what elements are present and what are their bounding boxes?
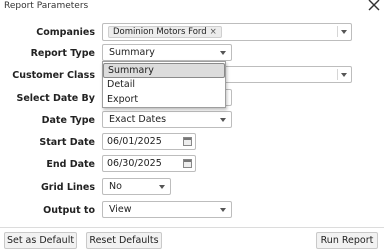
- dropdown-option-export[interactable]: Export: [103, 93, 225, 108]
- close-icon[interactable]: [367, 0, 381, 12]
- chip-remove-icon[interactable]: ×: [210, 27, 217, 37]
- dropdown-option-detail[interactable]: Detail: [103, 78, 225, 93]
- start-date-label: Start Date: [39, 137, 95, 148]
- date-type-label: Date Type: [41, 115, 95, 126]
- chevron-down-icon[interactable]: [159, 185, 165, 189]
- end-date-label: End Date: [46, 159, 95, 170]
- window-title: Report Parameters: [4, 1, 89, 11]
- companies-multiselect[interactable]: Dominion Motors Ford ×: [102, 23, 352, 41]
- dropdown-option-summary[interactable]: Summary: [103, 63, 225, 78]
- chevron-down-icon[interactable]: [220, 208, 226, 212]
- customer-class-label: Customer Class: [12, 70, 95, 81]
- divider: [337, 26, 338, 37]
- date-type-value: Exact Dates: [109, 114, 167, 125]
- chevron-down-icon[interactable]: [341, 73, 347, 77]
- company-chip: Dominion Motors Ford ×: [108, 26, 222, 38]
- select-date-by-label: Select Date By: [16, 93, 96, 104]
- chevron-down-icon[interactable]: [341, 30, 347, 34]
- grid-lines-select[interactable]: No: [102, 178, 171, 195]
- date-type-select[interactable]: Exact Dates: [102, 111, 232, 128]
- output-to-value: View: [109, 204, 132, 215]
- output-to-label: Output to: [43, 205, 95, 216]
- end-date-input[interactable]: 06/30/2025: [102, 155, 196, 172]
- calendar-icon[interactable]: [183, 137, 192, 146]
- calendar-icon[interactable]: [183, 159, 192, 168]
- output-to-select[interactable]: View: [102, 201, 232, 218]
- reset-defaults-button[interactable]: Reset Defaults: [86, 232, 162, 249]
- report-type-select[interactable]: Summary: [102, 44, 232, 61]
- start-date-value: 06/01/2025: [107, 136, 162, 147]
- chevron-down-icon[interactable]: [220, 118, 226, 122]
- chevron-down-icon[interactable]: [220, 51, 226, 55]
- report-type-label: Report Type: [30, 48, 95, 59]
- set-default-button[interactable]: Set as Default: [4, 232, 77, 249]
- report-type-value: Summary: [109, 47, 155, 58]
- grid-lines-label: Grid Lines: [40, 182, 95, 193]
- title-bar: Report Parameters: [0, 0, 384, 13]
- start-date-input[interactable]: 06/01/2025: [102, 133, 196, 150]
- companies-label: Companies: [36, 27, 95, 38]
- run-report-button[interactable]: Run Report: [316, 232, 378, 249]
- company-chip-label: Dominion Motors Ford: [113, 27, 207, 37]
- divider: [337, 69, 338, 80]
- grid-lines-value: No: [109, 181, 122, 192]
- report-type-dropdown-list: Summary Detail Export: [102, 61, 226, 108]
- end-date-value: 06/30/2025: [107, 158, 162, 169]
